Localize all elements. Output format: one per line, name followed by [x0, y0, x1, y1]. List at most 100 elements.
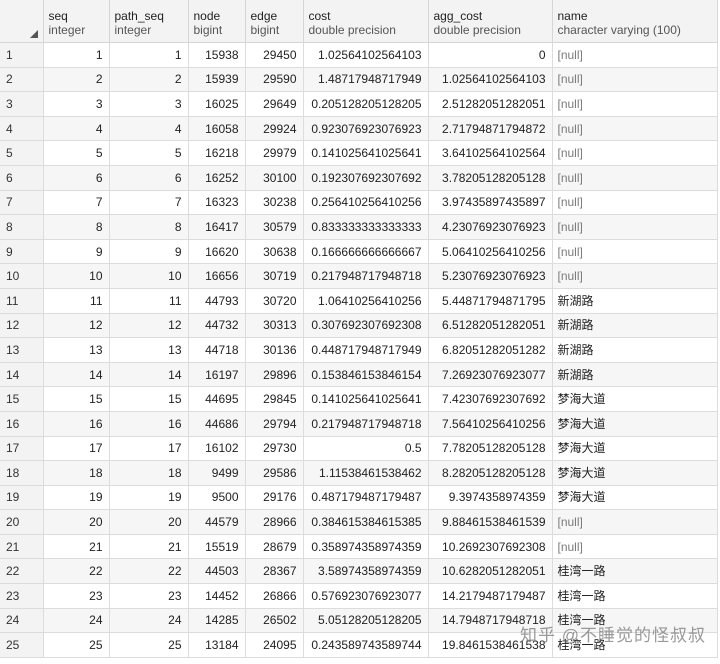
- cell-agg-cost[interactable]: 5.44871794871795: [428, 288, 553, 314]
- cell-agg-cost[interactable]: 14.2179487179487: [428, 583, 553, 609]
- cell-cost[interactable]: 1.48717948717949: [303, 67, 429, 93]
- cell-cost[interactable]: 0.217948717948718: [303, 411, 429, 437]
- column-header-cost[interactable]: cost double precision: [303, 0, 429, 43]
- cell-cost[interactable]: 0.141025641025641: [303, 386, 429, 412]
- cell-seq[interactable]: 12: [43, 313, 110, 339]
- cell-edge[interactable]: 28367: [245, 558, 304, 585]
- cell-name[interactable]: 桂湾一路: [552, 608, 718, 634]
- column-header-seq[interactable]: seq integer: [43, 0, 110, 43]
- column-header-agg-cost[interactable]: agg_cost double precision: [428, 0, 553, 43]
- cell-node[interactable]: 16656: [188, 263, 246, 289]
- cell-seq[interactable]: 10: [43, 263, 110, 289]
- row-number[interactable]: 3: [0, 91, 44, 117]
- row-number[interactable]: 7: [0, 190, 44, 216]
- cell-edge[interactable]: 29924: [245, 116, 304, 142]
- table-row[interactable]: 11 11 11 44793 30720 1.06410256410256 5.448717…: [0, 288, 718, 314]
- row-number[interactable]: 4: [0, 116, 44, 142]
- cell-path-seq[interactable]: 19: [109, 485, 189, 511]
- cell-agg-cost[interactable]: 5.23076923076923: [428, 263, 553, 289]
- row-number[interactable]: 12: [0, 313, 44, 339]
- cell-edge[interactable]: 30136: [245, 337, 304, 363]
- cell-name[interactable]: 桂湾一路: [552, 632, 718, 658]
- cell-node[interactable]: 16058: [188, 116, 246, 142]
- row-number[interactable]: 16: [0, 411, 44, 437]
- row-number[interactable]: 22: [0, 558, 44, 585]
- cell-name[interactable]: 新湖路: [552, 362, 718, 388]
- cell-path-seq[interactable]: 23: [109, 583, 189, 609]
- cell-path-seq[interactable]: 13: [109, 337, 189, 363]
- cell-cost[interactable]: 3.58974358974359: [303, 558, 429, 585]
- cell-name[interactable]: [null]: [552, 140, 718, 166]
- cell-name[interactable]: 梦海大道: [552, 485, 718, 511]
- cell-name[interactable]: [null]: [552, 116, 718, 142]
- row-number[interactable]: 18: [0, 460, 44, 486]
- cell-node[interactable]: 9499: [188, 460, 246, 486]
- row-number[interactable]: 5: [0, 140, 44, 166]
- cell-name[interactable]: 梦海大道: [552, 460, 718, 486]
- table-row[interactable]: 2 2 2 15939 29590 1.48717948717949 1.025641025…: [0, 67, 718, 93]
- cell-node[interactable]: 9500: [188, 485, 246, 511]
- cell-agg-cost[interactable]: 7.56410256410256: [428, 411, 553, 437]
- cell-name[interactable]: [null]: [552, 42, 718, 68]
- row-number[interactable]: 13: [0, 337, 44, 363]
- row-number[interactable]: 11: [0, 288, 44, 314]
- cell-edge[interactable]: 28966: [245, 509, 304, 535]
- cell-node[interactable]: 15938: [188, 42, 246, 68]
- table-row[interactable]: 13 13 13 44718 30136 0.448717948717949 6.82051…: [0, 337, 718, 363]
- cell-seq[interactable]: 7: [43, 190, 110, 216]
- table-row[interactable]: 9 9 9 16620 30638 0.166666666666667 5.06410256…: [0, 239, 718, 265]
- cell-path-seq[interactable]: 20: [109, 509, 189, 535]
- cell-cost[interactable]: 0.217948717948718: [303, 263, 429, 289]
- cell-cost[interactable]: 0.256410256410256: [303, 190, 429, 216]
- cell-seq[interactable]: 14: [43, 362, 110, 388]
- cell-edge[interactable]: 30100: [245, 165, 304, 191]
- cell-cost[interactable]: 0.384615384615385: [303, 509, 429, 535]
- cell-cost[interactable]: 0.576923076923077: [303, 583, 429, 609]
- row-number[interactable]: 20: [0, 509, 44, 535]
- row-number[interactable]: 6: [0, 165, 44, 191]
- cell-node[interactable]: 16620: [188, 239, 246, 265]
- cell-node[interactable]: 15519: [188, 534, 246, 560]
- row-number[interactable]: 25: [0, 632, 44, 658]
- row-number[interactable]: 21: [0, 534, 44, 560]
- cell-seq[interactable]: 5: [43, 140, 110, 166]
- cell-agg-cost[interactable]: 19.8461538461538: [428, 632, 553, 658]
- cell-path-seq[interactable]: 12: [109, 313, 189, 339]
- cell-name[interactable]: [null]: [552, 239, 718, 265]
- cell-edge[interactable]: 29896: [245, 362, 304, 388]
- cell-agg-cost[interactable]: 10.2692307692308: [428, 534, 553, 560]
- cell-path-seq[interactable]: 5: [109, 140, 189, 166]
- cell-cost[interactable]: 1.11538461538462: [303, 460, 429, 486]
- cell-agg-cost[interactable]: 10.6282051282051: [428, 558, 553, 585]
- table-row[interactable]: 7 7 7 16323 30238 0.256410256410256 3.97435897…: [0, 190, 718, 216]
- cell-path-seq[interactable]: 1: [109, 42, 189, 68]
- cell-path-seq[interactable]: 9: [109, 239, 189, 265]
- cell-agg-cost[interactable]: 9.3974358974359: [428, 485, 553, 511]
- row-number[interactable]: 14: [0, 362, 44, 388]
- cell-path-seq[interactable]: 15: [109, 386, 189, 412]
- cell-node[interactable]: 44686: [188, 411, 246, 437]
- table-row[interactable]: 8 8 8 16417 30579 0.833333333333333 4.23076923…: [0, 214, 718, 240]
- cell-seq[interactable]: 1: [43, 42, 110, 68]
- cell-seq[interactable]: 23: [43, 583, 110, 609]
- cell-seq[interactable]: 22: [43, 558, 110, 585]
- column-header-node[interactable]: node bigint: [188, 0, 246, 43]
- cell-name[interactable]: [null]: [552, 263, 718, 289]
- cell-name[interactable]: [null]: [552, 534, 718, 560]
- cell-agg-cost[interactable]: 3.97435897435897: [428, 190, 553, 216]
- cell-edge[interactable]: 26866: [245, 583, 304, 609]
- table-row[interactable]: 19 19 19 9500 29176 0.487179487179487 9.397435…: [0, 485, 718, 511]
- cell-name[interactable]: 新湖路: [552, 288, 718, 314]
- cell-seq[interactable]: 25: [43, 632, 110, 658]
- cell-seq[interactable]: 19: [43, 485, 110, 511]
- cell-name[interactable]: [null]: [552, 190, 718, 216]
- cell-path-seq[interactable]: 24: [109, 608, 189, 634]
- cell-seq[interactable]: 18: [43, 460, 110, 486]
- cell-path-seq[interactable]: 2: [109, 67, 189, 93]
- cell-name[interactable]: 桂湾一路: [552, 558, 718, 585]
- cell-name[interactable]: [null]: [552, 165, 718, 191]
- cell-agg-cost[interactable]: 7.78205128205128: [428, 436, 553, 462]
- table-row[interactable]: 17 17 17 16102 29730 0.5 7.78205128205128 梦海大道: [0, 436, 718, 462]
- table-row[interactable]: 16 16 16 44686 29794 0.217948717948718 7.56410…: [0, 411, 718, 437]
- row-number[interactable]: 1: [0, 42, 44, 68]
